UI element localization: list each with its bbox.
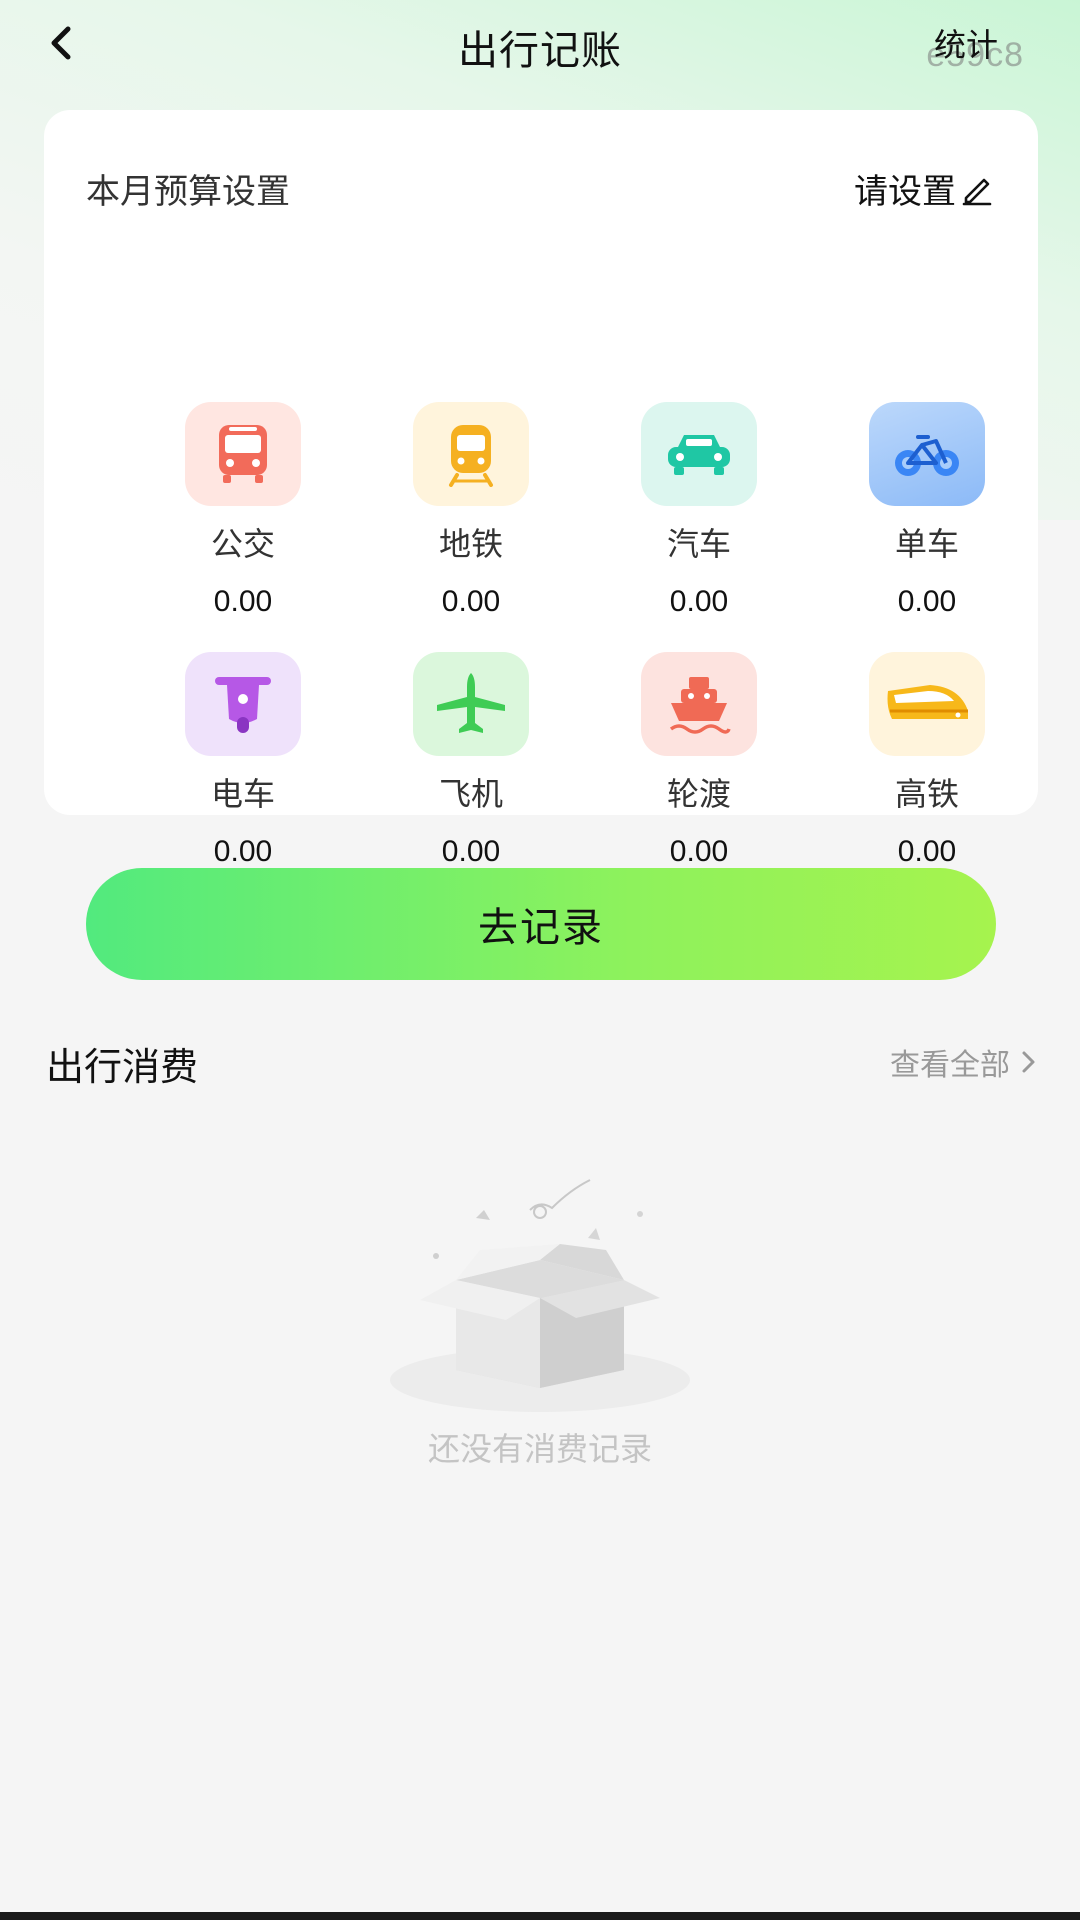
category-value: 0.00: [213, 835, 273, 868]
category-value: 0.00: [897, 835, 957, 868]
bus-icon: [219, 425, 267, 483]
category-scooter[interactable]: 电车 0.00: [143, 652, 343, 872]
category-label: 单车: [894, 525, 959, 563]
category-value: 0.00: [441, 585, 501, 618]
set-budget-button[interactable]: 请设置: [854, 164, 994, 213]
category-label: 高铁: [894, 775, 959, 813]
subway-icon: [449, 425, 493, 487]
category-value: 0.00: [213, 585, 273, 618]
category-label: 电车: [210, 775, 275, 813]
category-high-speed-train[interactable]: 高铁 0.00: [827, 652, 1027, 872]
category-value: 0.00: [441, 835, 501, 868]
category-label: 轮渡: [666, 775, 731, 813]
budget-card: 本月预算设置 请设置 公交 0.00 地铁 0.00 汽车 0.00 单车 0.…: [44, 110, 1038, 868]
ferry-icon: [669, 677, 731, 734]
view-all-link[interactable]: 查看全部: [890, 1040, 1038, 1084]
category-airplane[interactable]: 飞机 0.00: [371, 652, 571, 872]
budget-title: 本月预算设置: [86, 172, 290, 212]
chevron-right-icon: [1022, 1051, 1035, 1073]
empty-state-text: 还没有消费记录: [427, 1430, 652, 1468]
category-label: 汽车: [666, 525, 731, 563]
category-label: 飞机: [438, 775, 503, 813]
category-value: 0.00: [897, 585, 957, 618]
high-speed-train-icon-box: [869, 652, 985, 756]
empty-box-illustration: [390, 1179, 690, 1412]
scooter-icon: [215, 677, 271, 733]
category-label: 地铁: [438, 525, 503, 563]
category-label: 公交: [210, 525, 275, 563]
airplane-icon-box: [413, 652, 529, 756]
car-icon-box: [641, 402, 757, 506]
category-car[interactable]: 汽车 0.00: [599, 402, 799, 622]
top-bar: 出行记账 e59c8 统计: [0, 0, 1080, 90]
airplane-icon: [437, 673, 505, 733]
page-title: 出行记账: [458, 28, 622, 74]
expenses-section-title: 出行消费: [46, 1045, 199, 1089]
bottom-edge-bar: [0, 1912, 1080, 1920]
edit-pencil-icon: [962, 178, 992, 205]
category-value: 0.00: [669, 835, 729, 868]
category-value: 0.00: [669, 585, 729, 618]
set-budget-label: 请设置: [854, 172, 956, 212]
car-icon: [668, 435, 730, 475]
bus-icon-box: [185, 402, 301, 506]
bicycle-icon: [895, 435, 959, 476]
view-all-label: 查看全部: [890, 1048, 1010, 1083]
high-speed-train-icon: [887, 685, 968, 719]
stats-button[interactable]: 统计: [934, 20, 998, 66]
go-record-button[interactable]: 去记录: [86, 868, 996, 980]
category-ferry[interactable]: 轮渡 0.00: [599, 652, 799, 872]
subway-icon-box: [413, 402, 529, 506]
ferry-icon-box: [641, 652, 757, 756]
bicycle-icon-box: [869, 402, 985, 506]
category-bicycle[interactable]: 单车 0.00: [827, 402, 1027, 622]
scooter-icon-box: [185, 652, 301, 756]
category-bus[interactable]: 公交 0.00: [143, 402, 343, 622]
category-subway[interactable]: 地铁 0.00: [371, 402, 571, 622]
